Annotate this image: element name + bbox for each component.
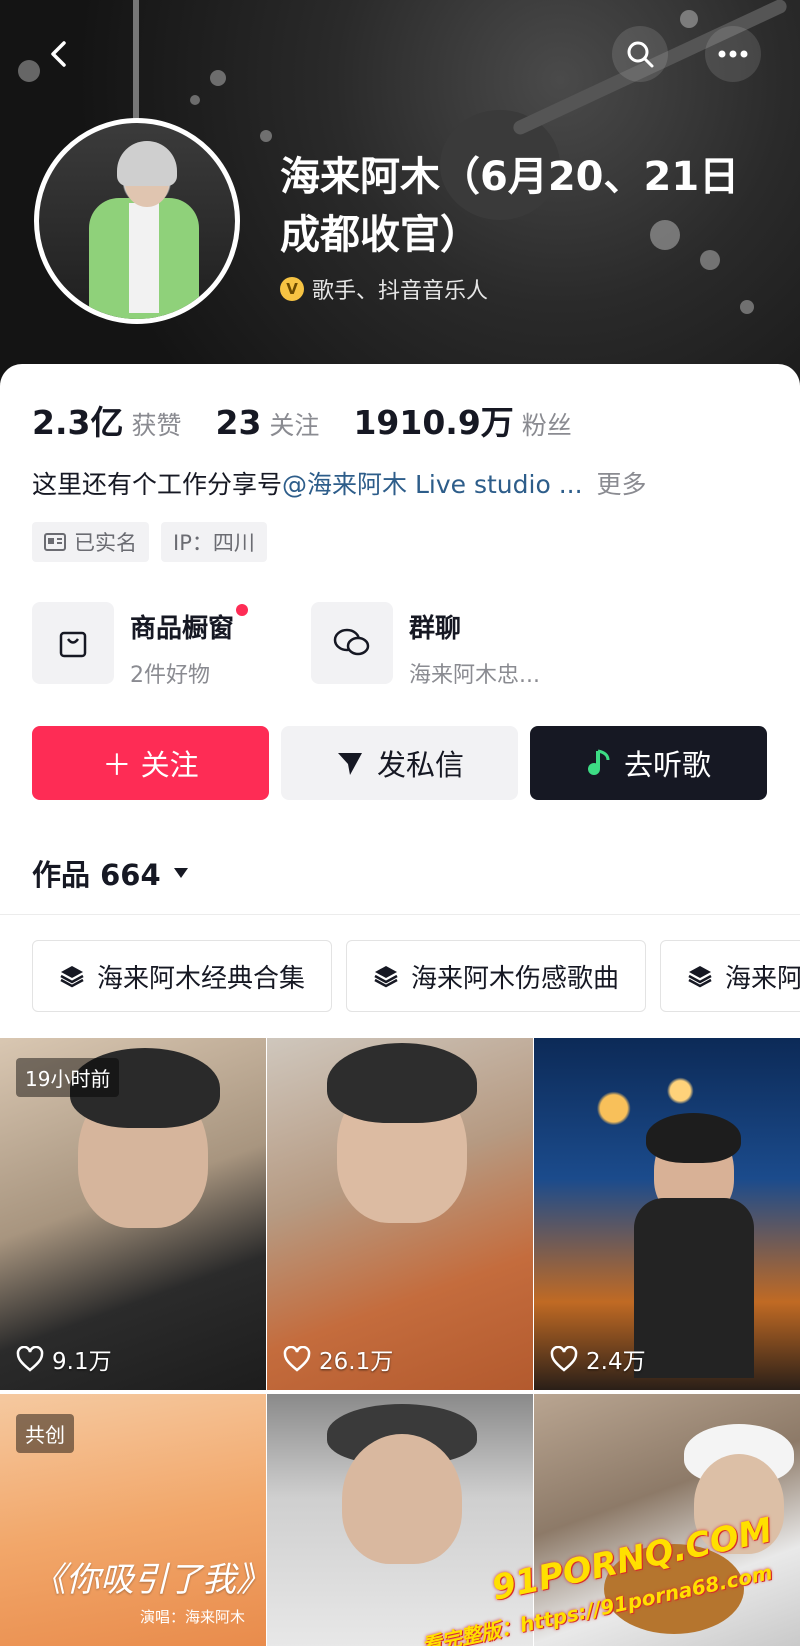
- bio-mention-link[interactable]: @海来阿木 Live studio ...: [282, 470, 583, 499]
- heart-icon: [550, 1346, 578, 1372]
- listen-button[interactable]: 去听歌: [530, 726, 767, 800]
- works-label: 作品 664: [32, 858, 161, 892]
- video-likes: 2.4万: [550, 1342, 646, 1376]
- profile-page: 海来阿木（6月20、21日成都收官） V 歌手、抖音音乐人 2.3亿 获赞 23…: [0, 0, 800, 1646]
- video-time-badge: 19小时前: [16, 1058, 120, 1097]
- followers-label[interactable]: 粉丝: [522, 406, 572, 442]
- shop-window-subtitle: 2件好物: [130, 663, 210, 688]
- back-arrow-icon: [51, 41, 66, 67]
- message-label: 发私信: [376, 748, 464, 782]
- bio-more-link[interactable]: 更多: [597, 470, 647, 499]
- video-likes: 26.1万: [283, 1342, 393, 1376]
- search-icon: [627, 41, 654, 68]
- video-thumbnail[interactable]: 19小时前 9.1万: [0, 1038, 266, 1390]
- heart-icon: [283, 1346, 311, 1372]
- layers-icon: [60, 966, 84, 988]
- profile-name: 海来阿木（6月20、21日成都收官）: [280, 154, 740, 258]
- followers-count[interactable]: 1910.9万: [353, 396, 513, 444]
- shop-window-entry[interactable]: 商品橱窗 2件好物: [32, 602, 249, 689]
- caret-down-icon: [173, 868, 188, 878]
- works-tab[interactable]: 作品 664: [32, 852, 189, 894]
- id-card-icon: [44, 533, 66, 551]
- stats-row: 2.3亿 获赞 23 关注 1910.9万 粉丝: [32, 396, 606, 444]
- video-song-title: 《你吸引了我》: [32, 1560, 266, 1600]
- profile-tags: 已实名 IP：四川: [32, 522, 267, 562]
- verified-badge-icon: V: [280, 277, 304, 301]
- following-count[interactable]: 23: [215, 403, 261, 442]
- listen-label: 去听歌: [623, 748, 711, 782]
- likes-label: 获赞: [131, 411, 182, 440]
- back-button[interactable]: [32, 26, 88, 82]
- bio-text: 这里还有个工作分享号: [32, 470, 283, 499]
- verification-line: V 歌手、抖音音乐人: [280, 273, 488, 305]
- group-chat-entry[interactable]: 群聊 海来阿木忠...: [311, 602, 540, 689]
- collection-chip[interactable]: 海来阿木经典合集: [32, 940, 333, 1012]
- video-thumbnail[interactable]: 26.1万: [267, 1038, 533, 1390]
- co-creation-badge: 共创: [16, 1414, 74, 1453]
- following-label[interactable]: 关注: [269, 406, 319, 442]
- search-button[interactable]: [612, 26, 668, 82]
- avatar[interactable]: [34, 118, 240, 324]
- group-chat-title: 群聊: [409, 614, 462, 644]
- verification-label: 歌手、抖音音乐人: [312, 279, 489, 304]
- collection-chip[interactable]: 海来阿木伤感歌曲: [346, 940, 647, 1012]
- layers-icon: [374, 966, 398, 988]
- video-song-credit: 演唱：海来阿木: [140, 1608, 246, 1626]
- more-button[interactable]: [705, 26, 761, 82]
- music-note-icon: [587, 749, 610, 775]
- header-banner: 海来阿木（6月20、21日成都收官） V 歌手、抖音音乐人: [0, 0, 800, 400]
- likes-count: 2.3亿: [32, 403, 124, 442]
- group-chat-subtitle: 海来阿木忠...: [409, 663, 540, 688]
- message-button[interactable]: 发私信: [281, 726, 518, 800]
- collections-row: 海来阿木经典合集 海来阿木伤感歌曲 海来阿: [32, 940, 800, 1012]
- shop-window-title: 商品橱窗: [130, 604, 249, 645]
- follow-button[interactable]: ＋ 关注: [32, 726, 269, 800]
- divider: [0, 914, 800, 915]
- layers-icon: [688, 966, 712, 988]
- video-thumbnail[interactable]: 共创 《你吸引了我》 演唱：海来阿木: [0, 1394, 266, 1646]
- group-chat-icon: [333, 628, 370, 656]
- follow-label: ＋ 关注: [102, 748, 199, 782]
- more-dots-icon: [718, 50, 748, 58]
- send-arrow-icon: [337, 753, 362, 775]
- video-likes: 9.1万: [16, 1342, 112, 1376]
- tag-verified-identity: 已实名: [32, 522, 149, 562]
- watermark: 91PORNQ.COM 看完整版：https://91porna68.com: [420, 1510, 777, 1646]
- notification-dot: [236, 604, 249, 616]
- video-thumbnail[interactable]: 2.4万: [534, 1038, 800, 1390]
- bio: 这里还有个工作分享号@海来阿木 Live studio ... 更多: [32, 465, 647, 501]
- collection-chip[interactable]: 海来阿: [660, 940, 800, 1012]
- shopping-bag-icon: [59, 631, 87, 658]
- heart-icon: [16, 1346, 44, 1372]
- tag-ip-location: IP：四川: [161, 522, 267, 562]
